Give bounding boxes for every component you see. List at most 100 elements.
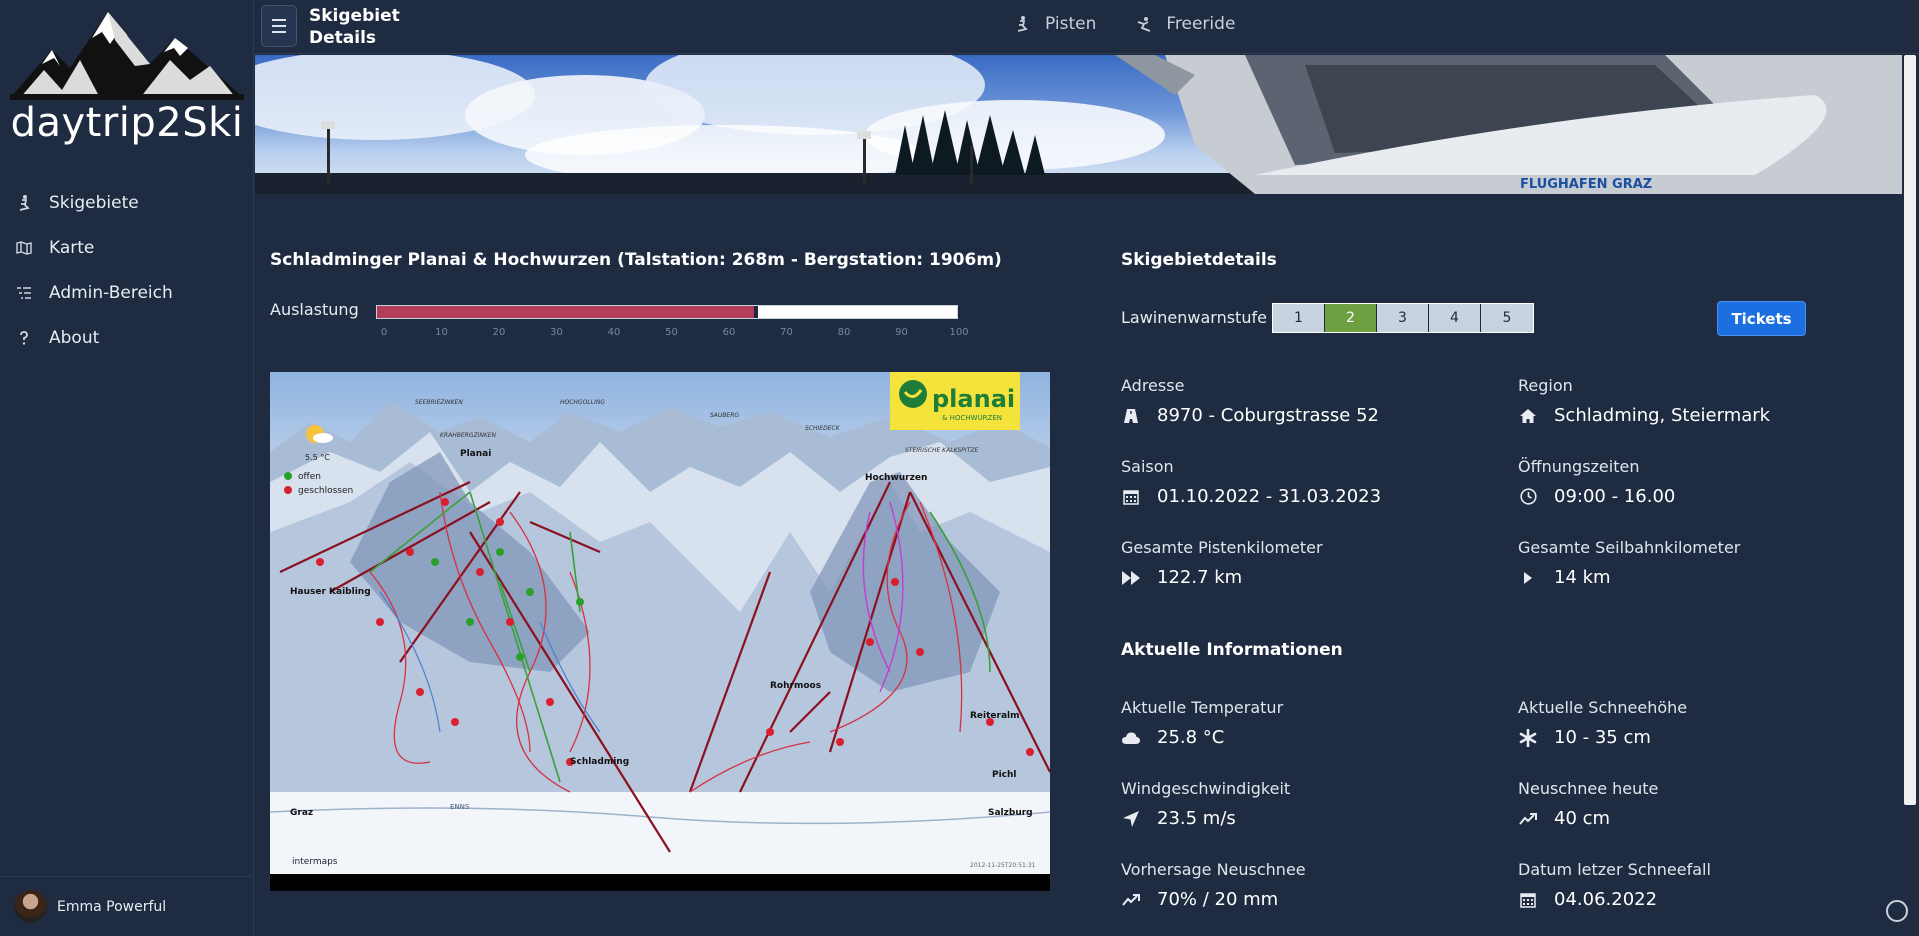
sidebar-item-label: Karte [49,237,95,258]
map-logo-sub: & HOCHWURZEN [942,414,1002,422]
field-adresse: Adresse 8970 - Coburgstrasse 52 [1121,376,1379,426]
sidebar-item-label: Admin-Bereich [49,282,173,303]
page-title: Skigebiet Details [309,6,400,48]
map-place-label: Salzburg [988,808,1033,818]
sidebar-nav: Skigebiete Karte Admin-Bereich About [0,180,254,360]
list-icon [16,285,32,301]
map-river-label: ENNS [450,803,470,811]
calendar-icon [1121,487,1141,507]
avalanche-levels: 12345 [1272,303,1534,333]
sidebar-item-label: Skigebiete [49,192,139,213]
field-value-row: 04.06.2022 [1518,889,1711,910]
map-place-label: Hauser Kaibling [290,587,371,597]
home-icon [1518,406,1538,426]
field-seilbahnkilometer: Gesamte Seilbahnkilometer 14 km [1518,538,1740,588]
menu-toggle-button[interactable] [261,5,297,47]
nav-link-pisten[interactable]: Pisten [1015,14,1096,34]
load-progress-bar [376,305,958,319]
mountain-logo-icon [10,12,244,100]
field-label: Adresse [1121,376,1185,395]
hamburger-icon [272,25,286,27]
map-logo-text: planai [932,385,1015,413]
tickets-button[interactable]: Tickets [1717,301,1806,336]
map-place-label: Pichl [992,770,1017,780]
field-value-row: 70% / 20 mm [1121,889,1306,910]
user-name: Emma Powerful [57,898,167,915]
field-label: Gesamte Seilbahnkilometer [1518,538,1741,557]
field-value-row: 14 km [1518,567,1740,588]
clock-icon [1518,487,1538,507]
map-peak-label: SEEBRIEZINKEN [415,399,463,406]
sidebar-item-about[interactable]: About [0,315,254,360]
field-label: Vorhersage Neuschnee [1121,860,1306,879]
field-value: 23.5 m/s [1157,808,1236,829]
play-icon [1518,568,1538,588]
user-profile[interactable]: Emma Powerful [0,876,254,936]
field-label: Datum letzer Schneefall [1518,860,1711,879]
cloud-icon [1121,728,1141,748]
map-peak-label: STEIRISCHE KALKSPITZE [905,447,978,454]
map-place-label: Rohrmoos [770,681,821,691]
load-tick-label: 0 [380,327,388,338]
hamburger-icon [272,19,286,21]
field-neuschnee: Neuschnee heute 40 cm [1518,779,1658,829]
map-legend-closed: geschlossen [298,486,353,496]
field-value: 8970 - Coburgstrasse 52 [1157,405,1379,426]
load-label: Auslastung [270,300,359,319]
avalanche-level-1[interactable]: 1 [1273,304,1325,332]
map-place-label: Graz [290,808,313,818]
map-weather: 5.5 °C [305,453,330,462]
banner-sign-text: FLUGHAFEN GRAZ [1520,177,1652,192]
field-saison: Saison 01.10.2022 - 31.03.2023 [1121,457,1381,507]
skier-icon [1015,16,1031,32]
load-tick-label: 40 [607,327,621,338]
chevron-down-icon[interactable] [1886,900,1908,922]
map-peak-label: KRAHBERGZINKEN [440,432,497,439]
field-value: 122.7 km [1157,567,1243,588]
field-value-row: 122.7 km [1121,567,1323,588]
load-ticks: 0 10 20 30 40 50 60 70 80 90 100 [376,327,969,341]
field-value-row: 25.8 °C [1121,727,1283,748]
road-icon [1121,406,1141,426]
field-value: 70% / 20 mm [1157,889,1279,910]
sidebar-item-skigebiete[interactable]: Skigebiete [0,180,254,225]
field-value: 40 cm [1554,808,1611,829]
map-place-label: Reiteralm [970,711,1020,721]
scrollbar-thumb[interactable] [1904,55,1916,805]
nav-link-label: Pisten [1045,14,1097,34]
map-peak-label: SCHIEDECK [805,425,841,432]
map-peak-label: Hochwurzen [865,473,927,483]
map-timestamp: 2012-11-25T20:51:31 [970,862,1036,869]
load-tick-label: 50 [665,327,678,338]
map-credit: intermaps [292,857,338,867]
avalanche-level-4[interactable]: 4 [1429,304,1481,332]
field-value: 09:00 - 16.00 [1554,486,1676,507]
sidebar-item-karte[interactable]: Karte [0,225,254,270]
freeride-icon [1136,16,1152,32]
field-value-row: 09:00 - 16.00 [1518,486,1675,507]
resort-title: Schladminger Planai & Hochwurzen (Talsta… [270,250,1002,270]
avalanche-level-3[interactable]: 3 [1377,304,1429,332]
field-value-row: 01.10.2022 - 31.03.2023 [1121,486,1381,507]
field-value-row: 10 - 35 cm [1518,727,1687,748]
avalanche-level-2[interactable]: 2 [1325,304,1377,332]
avalanche-level-5[interactable]: 5 [1481,304,1533,332]
load-progress-fill [377,306,754,318]
field-datum-schneefall: Datum letzer Schneefall 04.06.2022 [1518,860,1711,910]
nav-link-freeride[interactable]: Freeride [1136,14,1235,34]
field-value: 04.06.2022 [1554,889,1658,910]
map-legend-open: offen [298,472,321,482]
skier-icon [16,194,32,211]
map-peak-label: Planai [460,449,491,459]
field-oeffnungszeiten: Öffnungszeiten 09:00 - 16.00 [1518,457,1675,507]
field-label: Saison [1121,457,1174,476]
brand-name: daytrip2Ski [10,100,244,146]
map-peak-label: HOCHGOLLING [560,399,605,406]
map-peak-label: SAUBERG [710,412,739,419]
field-region: Region Schladming, Steiermark [1518,376,1770,426]
field-label: Aktuelle Schneehöhe [1518,698,1688,717]
piste-map[interactable]: planai & HOCHWURZEN 5.5 °C offen geschlo… [270,372,1050,891]
sidebar-item-admin[interactable]: Admin-Bereich [0,270,254,315]
details-title: Skigebietdetails [1121,250,1277,270]
field-label: Region [1518,376,1573,395]
